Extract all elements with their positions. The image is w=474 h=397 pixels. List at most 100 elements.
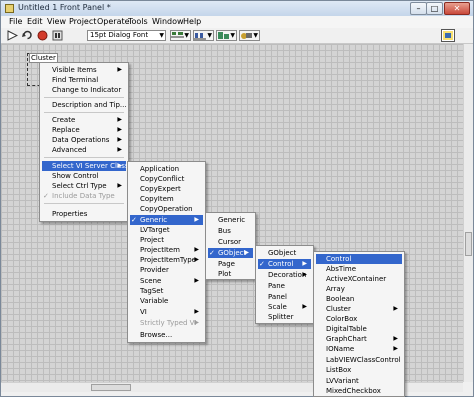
menu-item-gobject[interactable]: ✓ GObject ▶: [208, 248, 253, 258]
menu-item-label: ProjectItemType: [140, 256, 196, 264]
menu-item-label: Control: [326, 255, 352, 263]
menu-edit[interactable]: Edit: [27, 17, 43, 26]
resize-objects-dropdown[interactable]: ▼: [216, 30, 237, 41]
menu-operate[interactable]: Operate: [97, 17, 130, 26]
text-settings-dropdown[interactable]: 15pt Dialog Font ▼: [87, 30, 166, 41]
menu-item-decoration[interactable]: Decoration ▶: [258, 270, 311, 280]
menu-help[interactable]: Help: [183, 17, 201, 26]
menu-item-scale[interactable]: Scale ▶: [258, 302, 311, 312]
maximize-button[interactable]: □: [426, 2, 443, 15]
menu-item-replace[interactable]: Replace ▶: [42, 125, 126, 135]
menu-item-copyconflict[interactable]: CopyConflict: [130, 174, 203, 184]
menu-item-application[interactable]: Application: [130, 164, 203, 174]
vertical-scrollbar[interactable]: [463, 44, 473, 382]
menu-item-activexcontainer[interactable]: ActiveXContainer: [316, 274, 402, 284]
menu-item-include-data-type[interactable]: ✓ Include Data Type: [42, 191, 126, 201]
menu-item-variable[interactable]: Variable: [130, 296, 203, 306]
menu-item-mixedcheckbox[interactable]: MixedCheckbox: [316, 386, 402, 396]
vertical-scroll-thumb[interactable]: [465, 232, 472, 256]
menu-item-select-ctrl-type[interactable]: Select Ctrl Type ▶: [42, 181, 126, 191]
distribute-objects-dropdown[interactable]: ▼: [193, 30, 214, 41]
menu-item-project[interactable]: Project: [130, 235, 203, 245]
submenu-arrow-icon: ▶: [302, 303, 307, 310]
menu-item-label: IOName: [326, 345, 355, 353]
menu-item-ioname[interactable]: IOName ▶: [316, 344, 402, 354]
menu-item-lvtarget[interactable]: LVTarget: [130, 225, 203, 235]
menu-file[interactable]: File: [9, 17, 22, 26]
minimize-button[interactable]: –: [410, 2, 427, 15]
menu-item-label: Cluster: [326, 305, 351, 313]
menu-item-digitaltable[interactable]: DigitalTable: [316, 324, 402, 334]
menu-item-bus[interactable]: Bus: [208, 226, 253, 236]
menu-item-panel[interactable]: Panel: [258, 292, 311, 302]
menu-item-pane[interactable]: Pane: [258, 281, 311, 291]
vi-icon[interactable]: [441, 29, 455, 42]
menu-item-listbox[interactable]: ListBox: [316, 365, 402, 375]
menu-item-label: Browse...: [140, 331, 173, 339]
menu-view[interactable]: View: [47, 17, 66, 26]
menu-item-data-operations[interactable]: Data Operations ▶: [42, 135, 126, 145]
run-continuous-icon[interactable]: [22, 30, 33, 41]
menu-item-scene[interactable]: Scene ▶: [130, 276, 203, 286]
menu-item-copyexpert[interactable]: CopyExpert: [130, 184, 203, 194]
menu-item-label: Generic: [218, 216, 246, 224]
menu-item-colorbox[interactable]: ColorBox: [316, 314, 402, 324]
menu-item-show-control[interactable]: Show Control: [42, 171, 126, 181]
menu-item-copyoperation[interactable]: CopyOperation: [130, 204, 203, 214]
menu-item-graphchart[interactable]: GraphChart ▶: [316, 334, 402, 344]
menu-item-change-to-indicator[interactable]: Change to Indicator: [42, 85, 126, 95]
menu-item-cluster[interactable]: Cluster ▶: [316, 304, 402, 314]
menu-item-gobject[interactable]: GObject: [258, 248, 311, 258]
reorder-dropdown[interactable]: ▼: [239, 30, 260, 41]
menu-tools[interactable]: Tools: [128, 17, 148, 26]
menu-item-control[interactable]: ✓ Control ▶: [258, 259, 311, 269]
menu-item-generic[interactable]: Generic: [208, 215, 253, 225]
menu-item-properties[interactable]: Properties: [42, 209, 126, 219]
menu-item-generic[interactable]: ✓ Generic ▶: [130, 215, 203, 225]
menu-item-label: CopyConflict: [140, 175, 185, 183]
submenu-arrow-icon: ▶: [194, 319, 199, 326]
menu-item-advanced[interactable]: Advanced ▶: [42, 145, 126, 155]
menu-item-page[interactable]: Page: [208, 259, 253, 269]
menu-item-cursor[interactable]: Cursor: [208, 237, 253, 247]
menu-item-control[interactable]: Control: [316, 254, 402, 264]
menu-item-label: Replace: [52, 126, 80, 134]
menu-item-boolean[interactable]: Boolean: [316, 294, 402, 304]
menu-item-vi[interactable]: VI ▶: [130, 307, 203, 317]
context-menu: Visible Items ▶ Find Terminal Change to I…: [39, 62, 129, 222]
horizontal-scroll-thumb[interactable]: [91, 384, 131, 391]
menu-item-select-vi-server-class[interactable]: Select VI Server Class ▶: [42, 161, 129, 171]
close-button[interactable]: ✕: [444, 2, 470, 15]
menu-item-splitter[interactable]: Splitter: [258, 312, 311, 322]
menu-separator: [44, 157, 124, 158]
menu-item-description-and-tip[interactable]: Description and Tip...: [42, 100, 127, 110]
menu-item-label: Pane: [268, 282, 285, 290]
run-arrow-icon[interactable]: [7, 30, 19, 41]
title-bar[interactable]: Untitled 1 Front Panel * – □ ✕: [1, 1, 473, 16]
menu-item-array[interactable]: Array: [316, 284, 402, 294]
menu-item-provider[interactable]: Provider: [130, 265, 203, 275]
pause-icon[interactable]: [52, 30, 63, 41]
checkmark-icon: ✓: [43, 192, 49, 200]
menu-item-strictly-typed-vi[interactable]: Strictly Typed VI ▶: [130, 318, 203, 328]
menu-item-label: Variable: [140, 297, 169, 305]
abort-icon[interactable]: [37, 30, 48, 41]
distribute-objects-icon: [194, 33, 206, 40]
menu-item-abstime[interactable]: AbsTime: [316, 264, 402, 274]
menu-item-label: Decoration: [268, 271, 307, 279]
menu-item-visible-items[interactable]: Visible Items ▶: [42, 65, 126, 75]
menu-item-find-terminal[interactable]: Find Terminal: [42, 75, 126, 85]
menu-item-tagset[interactable]: TagSet: [130, 286, 203, 296]
menu-item-copyitem[interactable]: CopyItem: [130, 194, 203, 204]
menu-window[interactable]: Window: [152, 17, 184, 26]
align-objects-dropdown[interactable]: ▼: [170, 30, 191, 41]
menu-item-projectitemtype[interactable]: ProjectItemType ▶: [130, 255, 203, 265]
menu-item-lvvariant[interactable]: LVVariant: [316, 376, 402, 386]
menu-project[interactable]: Project: [69, 17, 96, 26]
menu-item-projectitem[interactable]: ProjectItem ▶: [130, 245, 203, 255]
menu-item-create[interactable]: Create ▶: [42, 115, 126, 125]
menu-item-labviewclasscontrol[interactable]: LabVIEWClassControl: [316, 355, 402, 365]
menu-item-plot[interactable]: Plot: [208, 269, 253, 279]
submenu-arrow-icon: ▶: [302, 271, 307, 278]
menu-item-browse[interactable]: Browse...: [130, 330, 203, 340]
